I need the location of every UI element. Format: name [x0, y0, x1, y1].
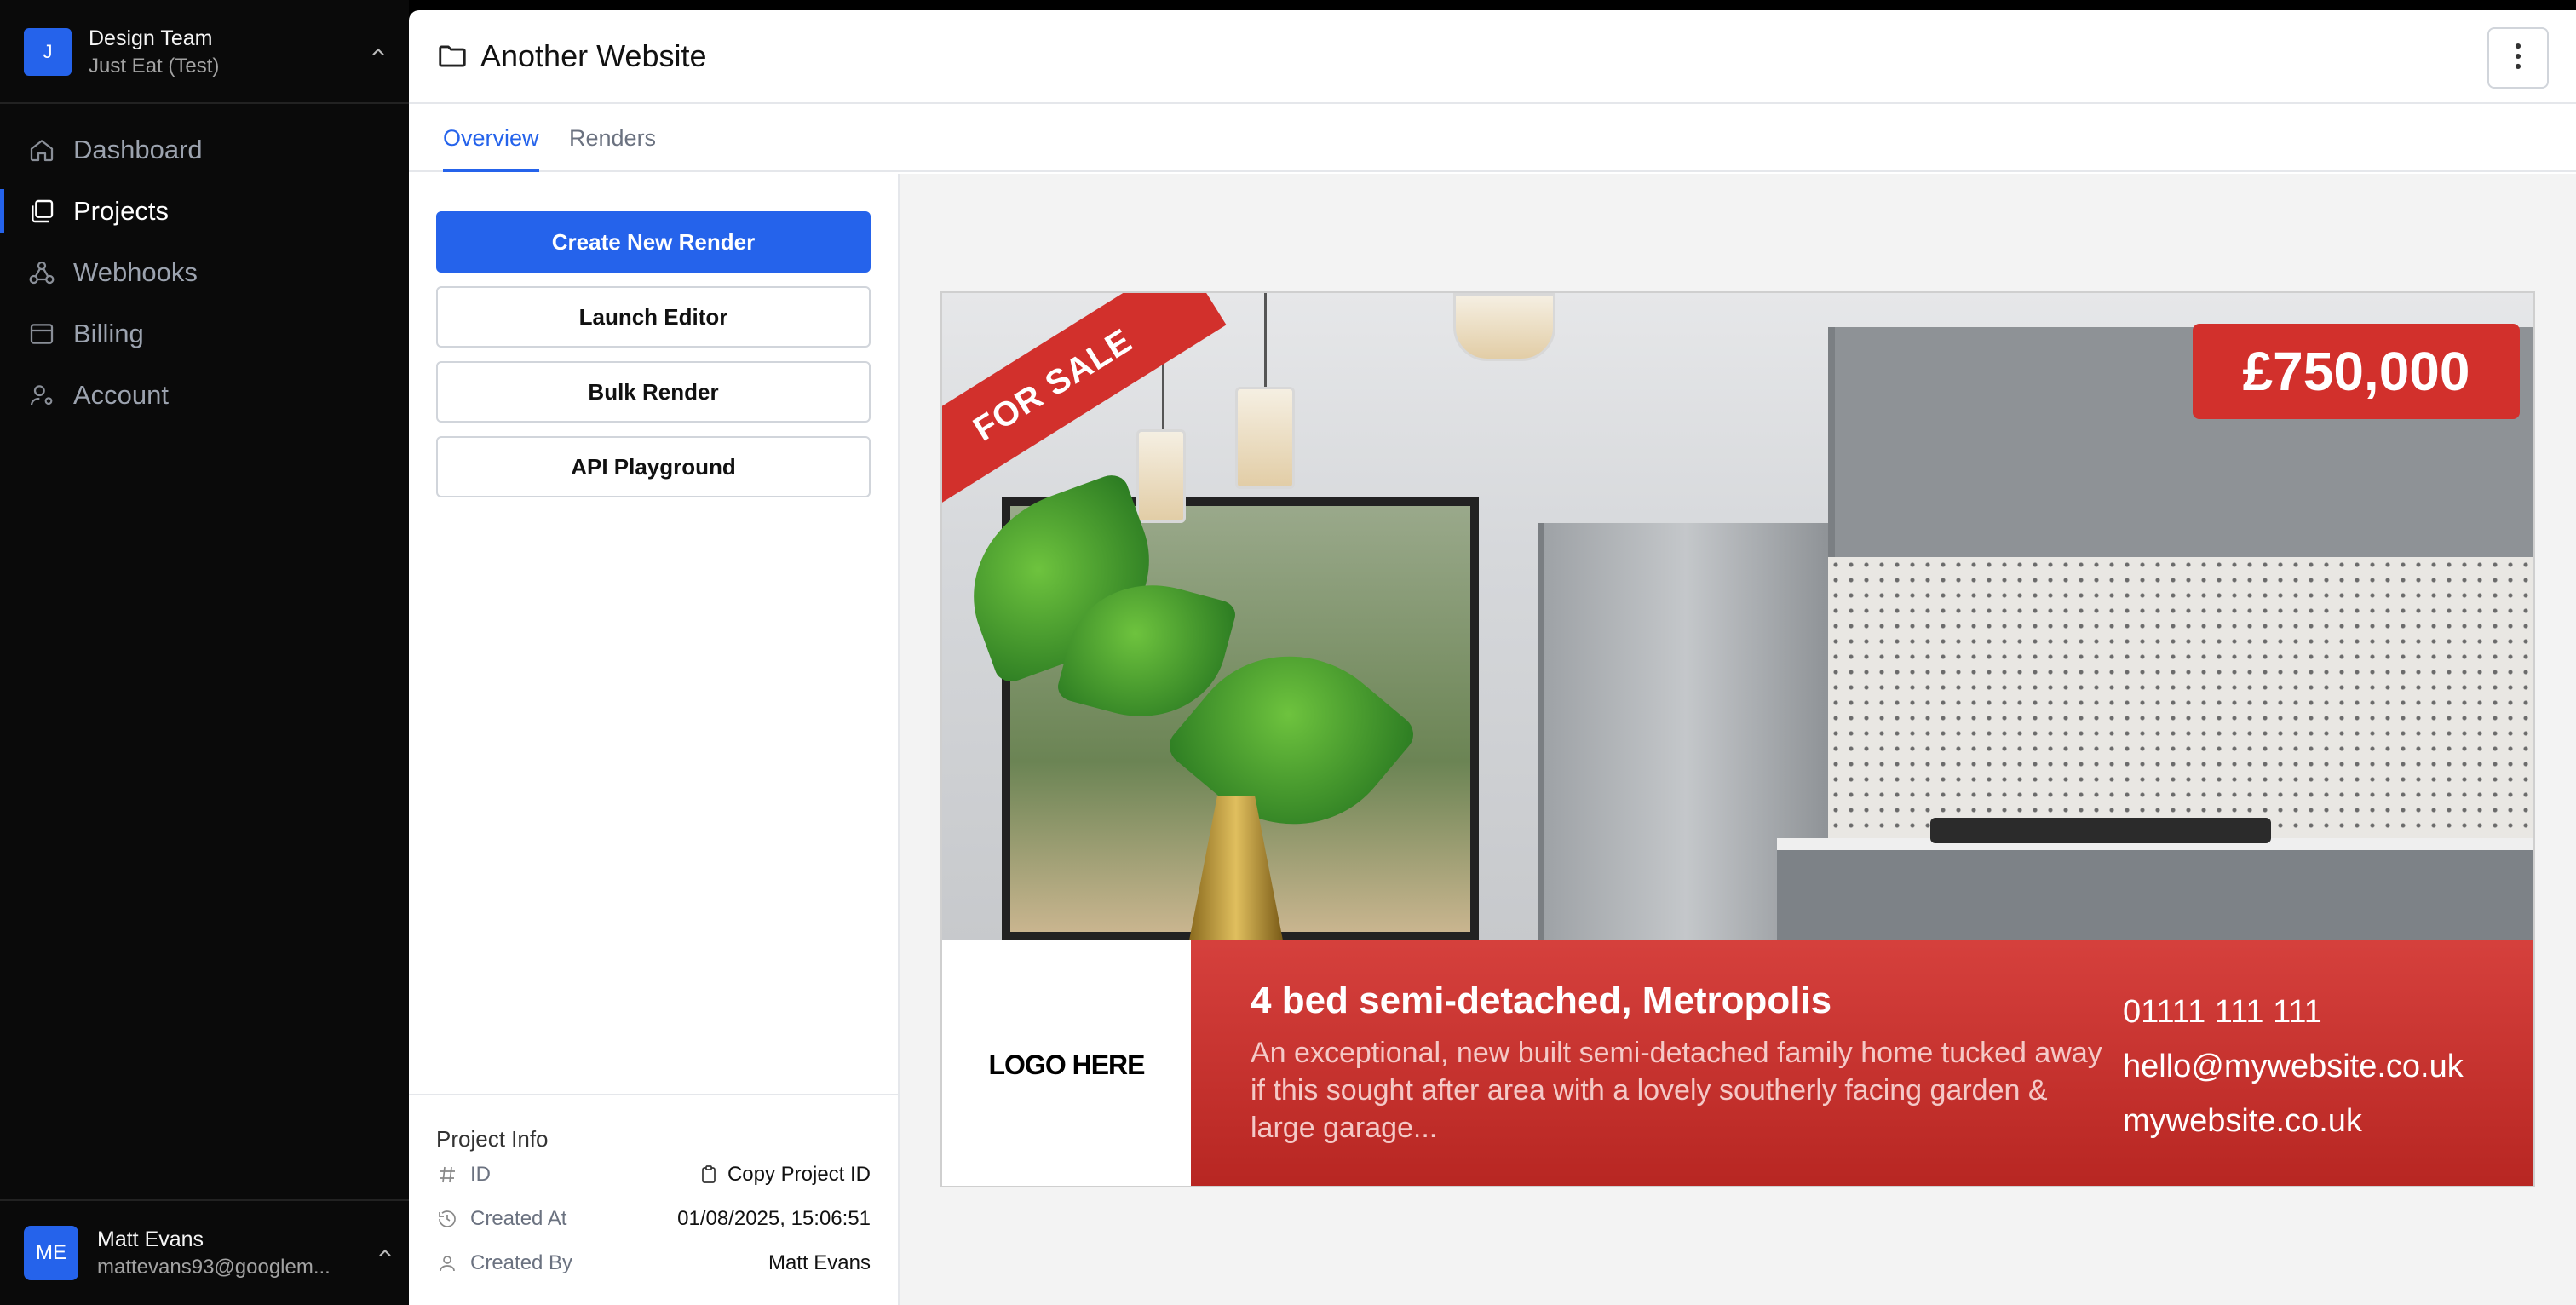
bulk-render-button[interactable]: Bulk Render: [436, 361, 871, 423]
team-subtitle: Just Eat (Test): [89, 54, 220, 78]
id-label: ID: [470, 1163, 491, 1186]
logo-placeholder: LOGO HERE: [942, 940, 1191, 1186]
billing-icon: [27, 319, 56, 348]
project-info: Project Info ID Copy Project ID Created …: [409, 1094, 898, 1305]
sidebar-item-label: Dashboard: [73, 135, 203, 164]
sidebar-item-account[interactable]: Account: [0, 365, 409, 426]
listing-headline: 4 bed semi-detached, Metropolis: [1251, 980, 1832, 1021]
preview-canvas: FOR SALE £750,000 LOGO HERE 4 bed semi-d…: [900, 174, 2576, 1305]
team-switcher[interactable]: J Design Team Just Eat (Test): [24, 26, 390, 78]
user-menu[interactable]: ME Matt Evans mattevans93@googlem...: [0, 1199, 409, 1305]
copy-project-id-label: Copy Project ID: [727, 1163, 871, 1186]
tab-renders[interactable]: Renders: [569, 104, 656, 172]
copy-project-id-button[interactable]: Copy Project ID: [699, 1163, 871, 1187]
history-icon: [436, 1208, 458, 1230]
user-icon: [436, 1252, 458, 1274]
created-at-row: Created At 01/08/2025, 15:06:51: [436, 1197, 871, 1241]
sidebar-nav: Dashboard Projects Webhooks Billing Acco…: [0, 119, 409, 426]
price-badge: £750,000: [2193, 324, 2520, 419]
render-preview: FOR SALE £750,000 LOGO HERE 4 bed semi-d…: [940, 291, 2535, 1187]
page-header: Another Website: [409, 10, 2576, 104]
api-playground-button[interactable]: API Playground: [436, 436, 871, 497]
home-icon: [27, 135, 56, 164]
contact-email: hello@mywebsite.co.uk: [2123, 1049, 2464, 1084]
actions-panel: Create New Render Launch Editor Bulk Ren…: [409, 174, 900, 1305]
tab-bar: Overview Renders: [409, 104, 2576, 172]
sidebar-item-projects[interactable]: Projects: [0, 181, 409, 242]
listing-description: An exceptional, new built semi-detached …: [1251, 1037, 2102, 1144]
project-id-row: ID Copy Project ID: [436, 1153, 871, 1197]
more-options-button[interactable]: [2487, 27, 2549, 89]
webhooks-icon: [27, 258, 56, 287]
created-by-row: Created By Matt Evans: [436, 1241, 871, 1285]
kitchen-photo: FOR SALE £750,000: [942, 293, 2533, 940]
chevron-up-icon: [373, 1241, 397, 1265]
launch-editor-button[interactable]: Launch Editor: [436, 286, 871, 348]
sidebar-item-dashboard[interactable]: Dashboard: [0, 119, 409, 181]
sidebar-item-webhooks[interactable]: Webhooks: [0, 242, 409, 303]
sidebar-item-label: Webhooks: [73, 257, 198, 287]
sidebar-item-billing[interactable]: Billing: [0, 303, 409, 365]
account-icon: [27, 381, 56, 410]
sidebar-item-label: Account: [73, 380, 170, 410]
contact-block: 01111 111 111 hello@mywebsite.co.uk mywe…: [2123, 985, 2464, 1148]
more-vertical-icon: [2513, 42, 2523, 75]
contact-phone: 01111 111 111: [2123, 994, 2322, 1030]
team-avatar: J: [24, 28, 72, 76]
chevron-up-icon: [366, 40, 390, 64]
projects-icon: [27, 197, 56, 226]
project-info-title: Project Info: [436, 1126, 549, 1152]
created-at-label: Created At: [470, 1207, 567, 1230]
contact-website: mywebsite.co.uk: [2123, 1103, 2362, 1139]
create-new-render-button[interactable]: Create New Render: [436, 211, 871, 273]
hash-icon: [436, 1164, 458, 1186]
created-by-label: Created By: [470, 1251, 573, 1274]
avatar: ME: [24, 1226, 78, 1280]
created-at-value: 01/08/2025, 15:06:51: [677, 1207, 871, 1230]
team-name: Design Team: [89, 26, 213, 50]
clipboard-icon: [699, 1164, 719, 1185]
page-title: Another Website: [480, 38, 707, 73]
user-email: mattevans93@googlem...: [97, 1255, 331, 1279]
sidebar-divider: [0, 102, 409, 104]
created-by-value: Matt Evans: [768, 1251, 871, 1274]
listing-details: 4 bed semi-detached, Metropolis An excep…: [1191, 940, 2533, 1186]
sidebar-item-label: Projects: [73, 196, 169, 226]
sidebar-item-label: Billing: [73, 319, 144, 348]
sidebar: J Design Team Just Eat (Test) Dashboard …: [0, 0, 409, 1305]
tab-overview[interactable]: Overview: [443, 104, 539, 172]
folder-icon: [436, 40, 469, 72]
user-name: Matt Evans: [97, 1227, 204, 1251]
main-content: Another Website Overview Renders Create …: [409, 10, 2576, 1305]
